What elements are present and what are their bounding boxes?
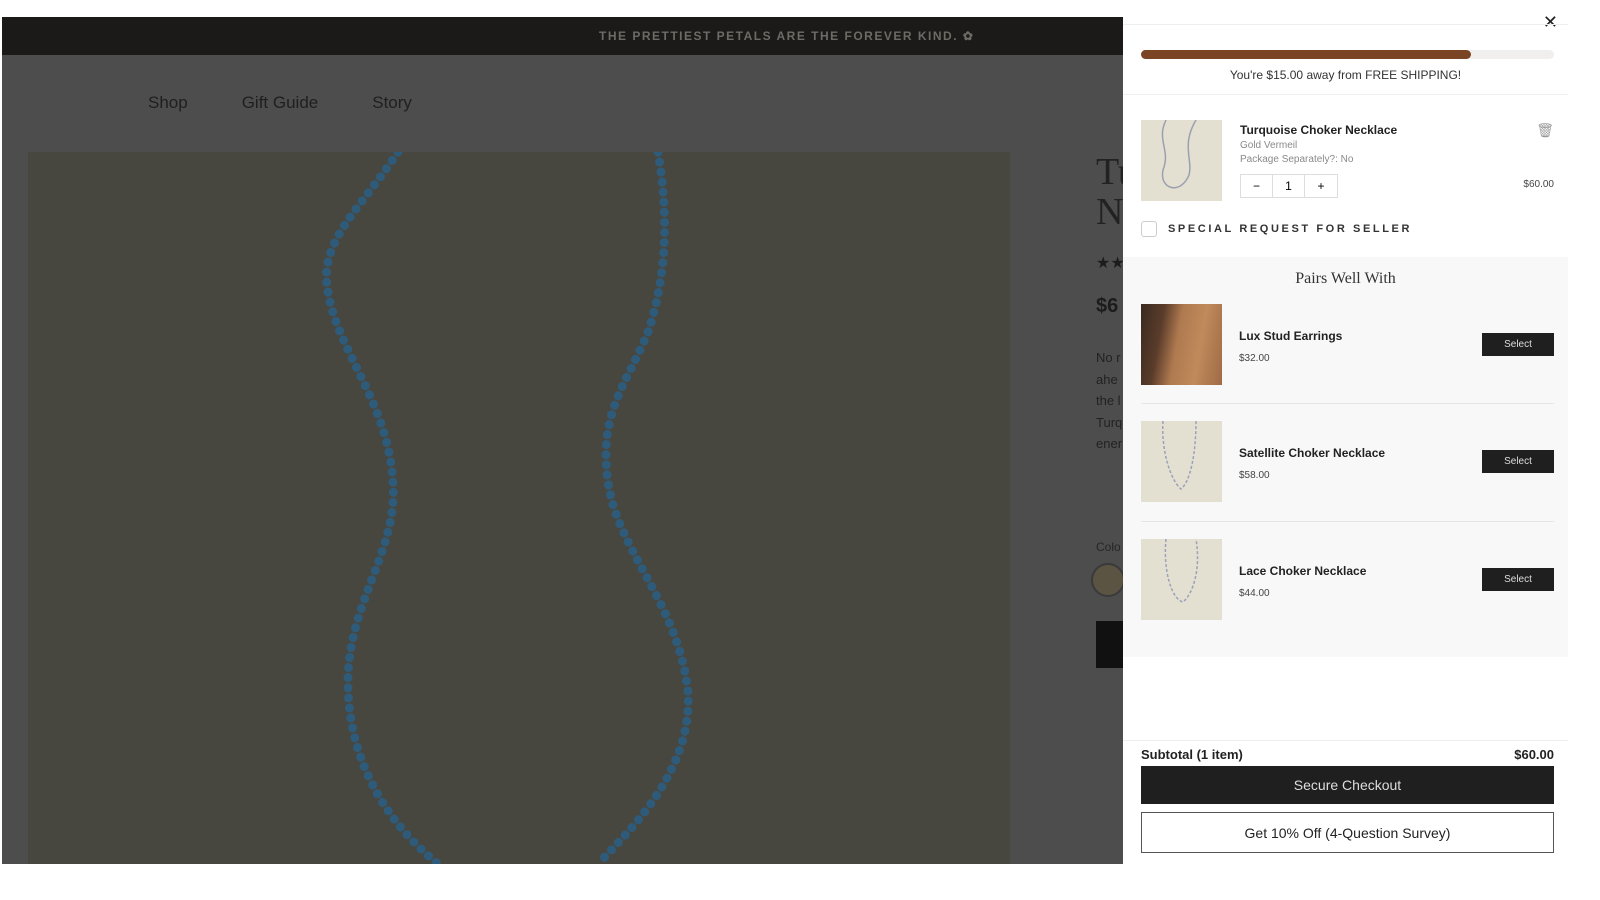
recommendation-item: Satellite Choker Necklace $58.00 Select: [1123, 421, 1568, 503]
recommendation-price: $32.00: [1239, 353, 1270, 364]
special-request-label: SPECIAL REQUEST FOR SELLER: [1168, 223, 1413, 235]
select-button[interactable]: Select: [1482, 450, 1554, 473]
divider: [1123, 740, 1568, 741]
divider: [1141, 403, 1554, 404]
recommendation-price: $44.00: [1239, 588, 1270, 599]
necklace-image: [322, 152, 693, 864]
recommendation-image: [1141, 304, 1222, 385]
shipping-message: You're $15.00 away from FREE SHIPPING!: [1229, 68, 1462, 82]
color-swatch[interactable]: [1091, 563, 1123, 597]
divider: [1123, 94, 1568, 95]
cart-item-price: $60.00: [1523, 179, 1554, 190]
cart-drawer: ✕ You're $15.00 away from FREE SHIPPING!…: [1123, 0, 1568, 870]
cart-item-image: [1141, 120, 1222, 201]
select-button[interactable]: Select: [1482, 333, 1554, 356]
pairs-title: Pairs Well With: [1295, 270, 1396, 287]
secure-checkout-button[interactable]: Secure Checkout: [1141, 766, 1554, 804]
cart-item-details: Turquoise Choker Necklace Gold Vermeil P…: [1240, 123, 1397, 165]
product-price-partial: $6: [1096, 295, 1119, 317]
recommendation-image: [1141, 539, 1222, 620]
nav-story[interactable]: Story: [372, 93, 412, 113]
recommendation-price: $58.00: [1239, 470, 1270, 481]
decrease-quantity-button[interactable]: −: [1241, 175, 1273, 197]
quantity-stepper: − 1 +: [1240, 174, 1338, 198]
color-label: Colo: [1096, 540, 1121, 554]
close-icon[interactable]: ✕: [1543, 12, 1558, 33]
survey-discount-button[interactable]: Get 10% Off (4-Question Survey): [1141, 812, 1554, 853]
subtotal-label: Subtotal (1 item): [1141, 747, 1243, 762]
special-request-checkbox[interactable]: [1141, 221, 1157, 237]
increase-quantity-button[interactable]: +: [1305, 175, 1337, 197]
product-description-partial: No r ahe the l Turq ener: [1096, 350, 1123, 451]
recommendation-name[interactable]: Satellite Choker Necklace: [1239, 446, 1385, 460]
recommendation-name[interactable]: Lux Stud Earrings: [1239, 329, 1342, 343]
nav-shop[interactable]: Shop: [148, 93, 188, 113]
recommendation-image: [1141, 421, 1222, 502]
product-title-partial: TuN: [1096, 151, 1123, 233]
quantity-value[interactable]: 1: [1273, 175, 1305, 197]
select-button[interactable]: Select: [1482, 568, 1554, 591]
recommendation-item: Lace Choker Necklace $44.00 Select: [1123, 539, 1568, 621]
cart-item-option: Package Separately?: No: [1240, 154, 1354, 165]
trash-icon[interactable]: 🗑: [1536, 122, 1554, 139]
subtotal-value: $60.00: [1514, 747, 1554, 762]
main-nav: Shop Gift Guide Story: [2, 93, 1123, 113]
recommendation-name[interactable]: Lace Choker Necklace: [1239, 564, 1366, 578]
cart-item-variant: Gold Vermeil: [1240, 140, 1298, 151]
rating-stars: ★★: [1096, 255, 1123, 272]
divider: [1141, 521, 1554, 522]
announcement-bar: THE PRETTIEST PETALS ARE THE FOREVER KIN…: [2, 17, 1123, 55]
cart-item-name[interactable]: Turquoise Choker Necklace: [1240, 123, 1397, 137]
add-to-cart-button[interactable]: [1096, 621, 1123, 668]
product-image: [28, 152, 1010, 864]
shipping-progress-bar: [1141, 50, 1554, 59]
divider: [1123, 24, 1568, 25]
product-page-background: THE PRETTIEST PETALS ARE THE FOREVER KIN…: [2, 17, 1123, 864]
nav-gift-guide[interactable]: Gift Guide: [242, 93, 319, 113]
recommendation-item: Lux Stud Earrings $32.00 Select: [1123, 304, 1568, 386]
special-request-toggle[interactable]: SPECIAL REQUEST FOR SELLER: [1141, 221, 1412, 237]
pairs-well-with-section: Pairs Well With Lux Stud Earrings $32.00 …: [1123, 257, 1568, 657]
subtotal-row: Subtotal (1 item) $60.00: [1141, 747, 1554, 762]
shipping-progress-fill: [1141, 50, 1472, 59]
